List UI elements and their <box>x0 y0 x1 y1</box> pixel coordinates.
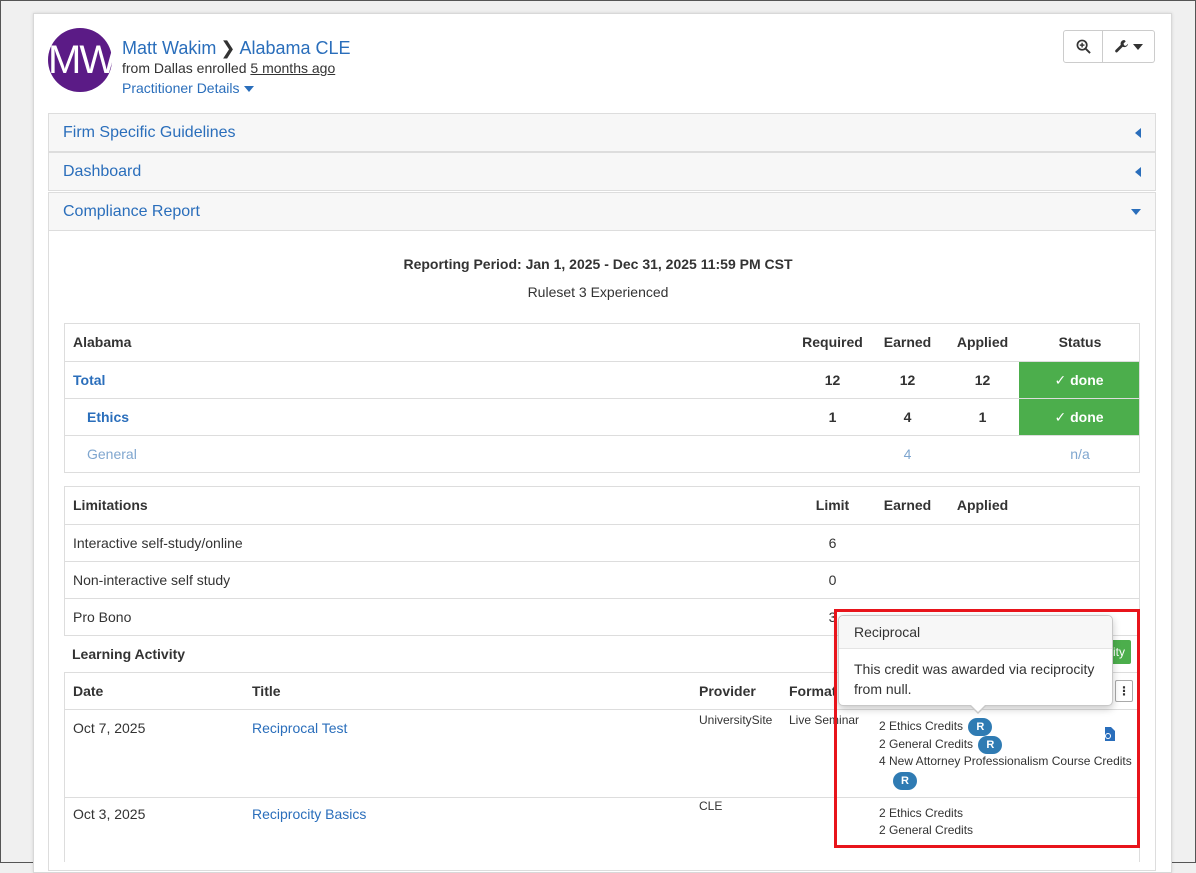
avatar: MW <box>48 28 117 92</box>
popover-arrow <box>969 704 987 714</box>
toolbar <box>1063 30 1155 63</box>
credit-line: 2 Ethics Credits <box>879 806 964 820</box>
popover-body: This credit was awarded via reciprocity … <box>854 661 1095 697</box>
col-header-jurisdiction: Alabama <box>73 334 132 350</box>
col-header-earned: Earned <box>883 497 932 513</box>
col-header-status: Status <box>1058 334 1102 350</box>
applied-value: 12 <box>974 372 991 388</box>
earned-value: 12 <box>899 372 916 388</box>
table-row: Non-interactive self study 0 <box>65 561 1139 598</box>
zoom-in-icon <box>1076 39 1091 54</box>
enrollment-subtitle: from Dallas enrolled 5 months ago <box>122 60 335 76</box>
table-header-row: Limitations Limit Earned Applied <box>65 487 1139 524</box>
reporting-period: Reporting Period: Jan 1, 2025 - Dec 31, … <box>403 256 793 272</box>
limit-value: 0 <box>828 572 837 588</box>
zoom-button[interactable] <box>1063 30 1103 63</box>
panel-firm-guidelines[interactable]: Firm Specific Guidelines <box>48 113 1156 152</box>
credit-line: 2 General Credits R <box>879 736 1003 754</box>
col-header-applied: Applied <box>956 497 1009 513</box>
caret-down-icon <box>243 86 254 93</box>
panel-firm-guidelines-title: Firm Specific Guidelines <box>63 124 236 141</box>
limitation-name: Interactive self-study/online <box>73 535 243 551</box>
status-badge: ✓ done <box>1019 399 1139 435</box>
requirements-table: Alabama Required Earned Applied Status T… <box>64 323 1140 473</box>
chevron-right-icon: ❯ <box>220 38 236 58</box>
col-header-required: Required <box>802 334 863 350</box>
activity-title-link[interactable]: Reciprocity Basics <box>252 796 366 832</box>
col-header-date: Date <box>73 683 104 699</box>
caret-down-icon <box>1131 209 1141 215</box>
limitation-name: Pro Bono <box>73 609 132 625</box>
limit-value: 6 <box>828 535 837 551</box>
status-na: n/a <box>1070 446 1090 462</box>
status-badge: ✓ done <box>1019 362 1139 398</box>
reciprocal-badge[interactable]: R <box>893 772 917 790</box>
enrollment-title: Matt Wakim ❯ Alabama CLE <box>122 38 351 59</box>
table-header-row: Alabama Required Earned Applied Status <box>65 324 1139 361</box>
credit-line: 2 General Credits <box>879 823 974 837</box>
practitioner-details-label: Practitioner Details <box>122 80 240 96</box>
caret-down-icon <box>1133 43 1143 50</box>
panel-dashboard-title: Dashboard <box>63 163 142 180</box>
reciprocal-popover: Reciprocal This credit was awarded via r… <box>838 615 1113 714</box>
kebab-icon: ⋮ <box>1118 684 1130 698</box>
earned-value: 4 <box>903 409 912 425</box>
practitioner-details-toggle[interactable]: Practitioner Details <box>122 80 254 96</box>
col-header-title: Title <box>252 683 281 699</box>
activity-provider: CLE <box>699 799 723 813</box>
ruleset-label: Ruleset 3 Experienced <box>527 284 669 300</box>
activity-provider: UniversitySite <box>699 713 773 727</box>
wrench-icon <box>1115 39 1129 53</box>
panel-compliance-title: Compliance Report <box>63 203 200 220</box>
requirement-general-link[interactable]: General <box>87 436 137 472</box>
enrolled-time: 5 months ago <box>250 60 336 76</box>
table-row: Ethics 1 4 1 ✓ done <box>65 398 1139 435</box>
table-row: Total 12 12 12 ✓ done <box>65 361 1139 398</box>
popover-title: Reciprocal <box>839 616 1112 649</box>
document-icon[interactable] <box>1103 726 1117 742</box>
col-header-limitations: Limitations <box>73 497 148 513</box>
from-text: from Dallas enrolled <box>122 60 247 76</box>
activity-title-link[interactable]: Reciprocal Test <box>252 710 347 746</box>
credit-line: 2 Ethics Credits R <box>879 718 993 736</box>
caret-left-icon <box>1135 128 1141 138</box>
panel-compliance-report[interactable]: Compliance Report <box>48 192 1156 231</box>
reciprocal-badge[interactable]: R <box>968 718 993 736</box>
credit-text: 2 General Credits <box>879 737 974 752</box>
requirement-total-link[interactable]: Total <box>73 362 105 398</box>
applied-value: 1 <box>978 409 987 425</box>
col-header-limit: Limit <box>815 497 850 513</box>
program-link[interactable]: Alabama CLE <box>239 38 350 58</box>
more-options-button[interactable]: ⋮ <box>1115 680 1133 702</box>
col-header-applied: Applied <box>956 334 1009 350</box>
limitations-table: Limitations Limit Earned Applied Interac… <box>64 486 1140 636</box>
table-row: Interactive self-study/online 6 <box>65 524 1139 561</box>
limitation-name: Non-interactive self study <box>73 572 231 588</box>
reciprocal-badge[interactable]: R <box>978 736 1003 754</box>
tools-menu-button[interactable] <box>1103 30 1155 63</box>
panel-dashboard[interactable]: Dashboard <box>48 152 1156 191</box>
user-name-link[interactable]: Matt Wakim <box>122 38 216 58</box>
activity-date: Oct 3, 2025 <box>73 806 146 822</box>
credit-line: 4 New Attorney Professionalism Course Cr… <box>879 754 1132 768</box>
credit-line: R <box>891 772 917 790</box>
earned-value: 4 <box>903 446 912 462</box>
required-value: 12 <box>824 372 841 388</box>
required-value: 1 <box>828 409 837 425</box>
caret-left-icon <box>1135 167 1141 177</box>
table-row: Oct 3, 2025 Reciprocity Basics CLE 2 Eth… <box>65 798 1139 858</box>
table-row: General 4 n/a <box>65 435 1139 472</box>
learning-activity-heading: Learning Activity <box>72 646 186 662</box>
requirement-ethics-link[interactable]: Ethics <box>87 399 129 435</box>
col-header-earned: Earned <box>883 334 932 350</box>
table-row: Oct 7, 2025 Reciprocal Test UniversitySi… <box>65 710 1139 798</box>
credit-text: 2 Ethics Credits <box>879 719 964 734</box>
activity-date: Oct 7, 2025 <box>73 720 146 736</box>
